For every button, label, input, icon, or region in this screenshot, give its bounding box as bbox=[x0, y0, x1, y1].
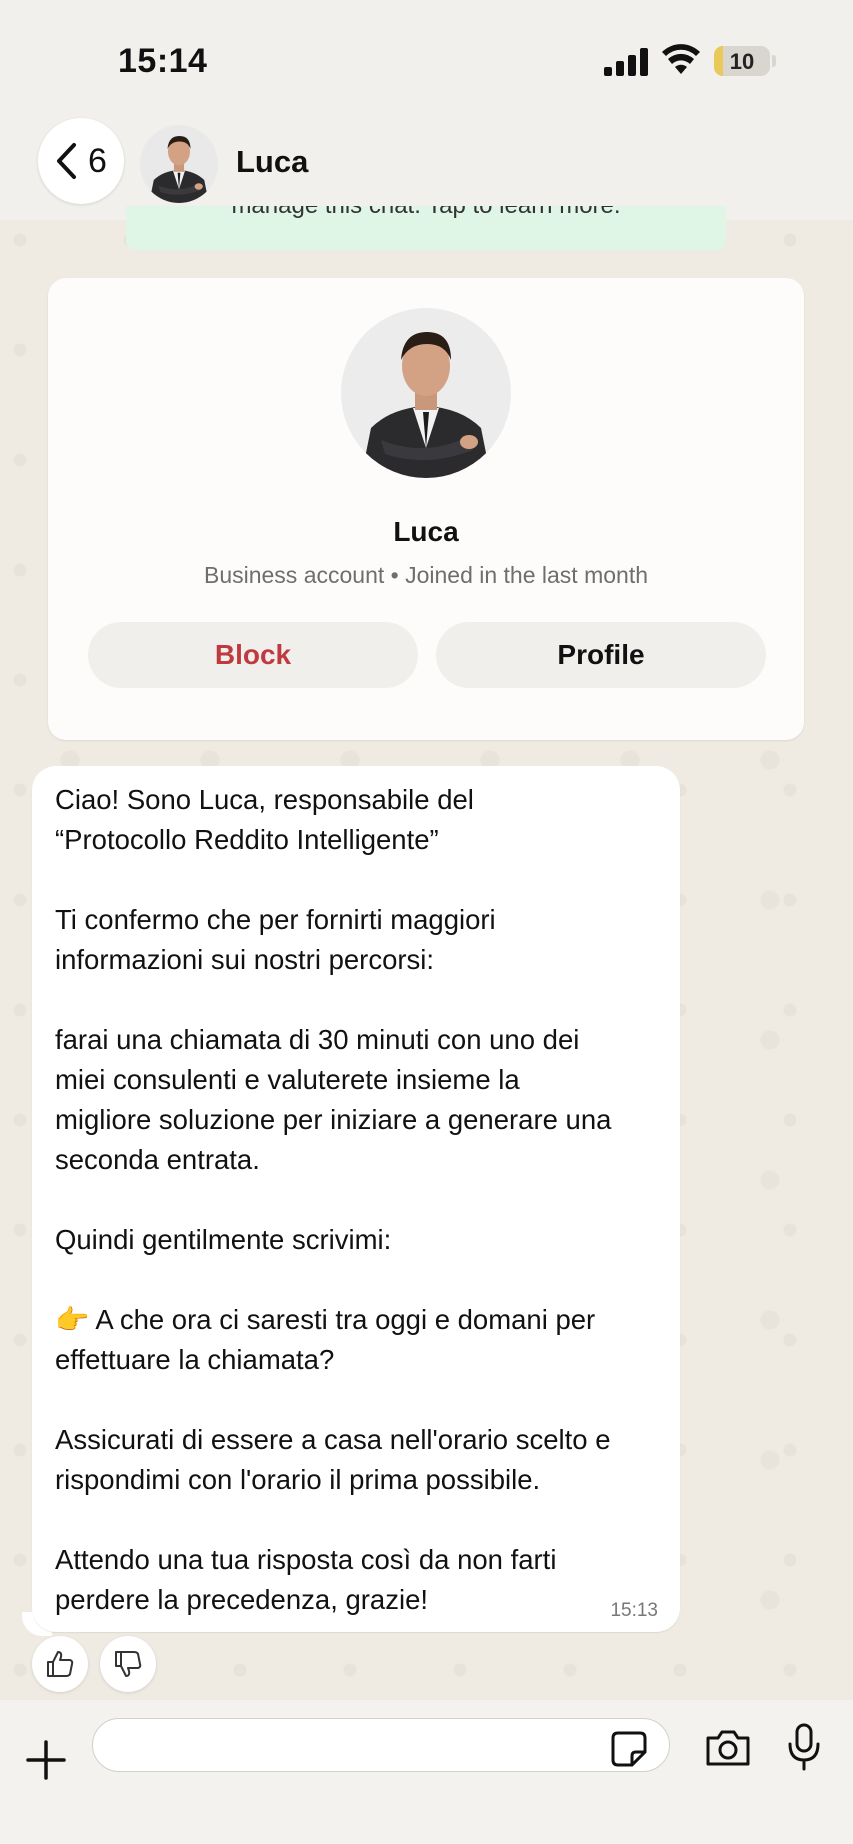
thumbs-up-button[interactable] bbox=[32, 1636, 88, 1692]
incoming-message-bubble[interactable]: Ciao! Sono Luca, responsabile del “Proto… bbox=[32, 766, 680, 1632]
status-bar: 15:14 10 bbox=[0, 0, 853, 110]
plus-icon[interactable] bbox=[26, 1740, 66, 1780]
camera-icon[interactable] bbox=[704, 1728, 752, 1768]
message-line: perdere la precedenza, grazie! bbox=[55, 1584, 429, 1615]
message-line: “Protocollo Reddito Intelligente” bbox=[55, 824, 439, 855]
message-line: 👉 A che ora ci saresti tra oggi e domani… bbox=[55, 1304, 596, 1335]
message-timestamp: 15:13 bbox=[610, 1600, 658, 1621]
message-input[interactable] bbox=[92, 1718, 670, 1772]
message-line bbox=[55, 1260, 675, 1300]
chevron-left-icon bbox=[57, 143, 76, 179]
message-composer bbox=[0, 1700, 853, 1844]
message-line: migliore soluzione per iniziare a genera… bbox=[55, 1104, 612, 1135]
message-line bbox=[55, 1380, 675, 1420]
battery-level: 10 bbox=[729, 49, 755, 74]
thumbs-down-icon bbox=[115, 1651, 142, 1677]
message-line: Assicurati di essere a casa nell'orario … bbox=[55, 1424, 611, 1455]
message-line bbox=[55, 980, 675, 1020]
message-line: Attendo una tua risposta così da non far… bbox=[55, 1544, 557, 1575]
message-line bbox=[55, 1500, 675, 1540]
business-info-banner[interactable]: manage this chat. Tap to learn more. bbox=[126, 206, 726, 250]
back-button[interactable]: 6 bbox=[38, 118, 124, 204]
message-line: seconda entrata. bbox=[55, 1144, 260, 1175]
business-info-text: manage this chat. Tap to learn more. bbox=[126, 206, 726, 220]
battery-icon: 10 bbox=[714, 46, 770, 76]
wifi-icon bbox=[662, 44, 700, 74]
profile-button[interactable]: Profile bbox=[436, 622, 766, 688]
message-line: miei consulenti e valuterete insieme la bbox=[55, 1064, 520, 1095]
avatar[interactable] bbox=[140, 125, 218, 203]
profile-photo bbox=[341, 308, 511, 478]
thumbs-up-icon bbox=[47, 1651, 74, 1677]
profile-subtitle: Business account • Joined in the last mo… bbox=[203, 562, 649, 588]
cellular-signal-icon bbox=[604, 48, 648, 76]
thumbs-down-button[interactable] bbox=[100, 1636, 156, 1692]
message-line: Ti confermo che per fornirti maggiori bbox=[55, 904, 496, 935]
message-line: Ciao! Sono Luca, responsabile del bbox=[55, 784, 474, 815]
contact-profile-card: Luca Business account • Joined in the la… bbox=[48, 278, 804, 740]
contact-name[interactable]: Luca bbox=[236, 144, 308, 180]
message-line: rispondimi con l'orario il prima possibi… bbox=[55, 1464, 541, 1495]
microphone-icon[interactable] bbox=[786, 1722, 822, 1772]
chat-header: 6 Luca bbox=[0, 110, 853, 220]
battery-cap bbox=[772, 55, 776, 67]
message-text: Ciao! Sono Luca, responsabile del “Proto… bbox=[55, 780, 675, 1620]
message-line: informazioni sui nostri percorsi: bbox=[55, 944, 435, 975]
message-line bbox=[55, 1180, 675, 1220]
message-line: farai una chiamata di 30 minuti con uno … bbox=[55, 1024, 580, 1055]
unread-count: 6 bbox=[88, 142, 107, 180]
block-button[interactable]: Block bbox=[88, 622, 418, 688]
status-time: 15:14 bbox=[118, 42, 208, 80]
message-line: effettuare la chiamata? bbox=[55, 1344, 335, 1375]
sticker-icon[interactable] bbox=[610, 1730, 648, 1768]
message-line: Quindi gentilmente scrivimi: bbox=[55, 1224, 392, 1255]
profile-name: Luca bbox=[393, 516, 459, 547]
avatar-photo bbox=[140, 125, 218, 203]
profile-avatar[interactable] bbox=[341, 308, 511, 478]
message-line bbox=[55, 860, 675, 900]
